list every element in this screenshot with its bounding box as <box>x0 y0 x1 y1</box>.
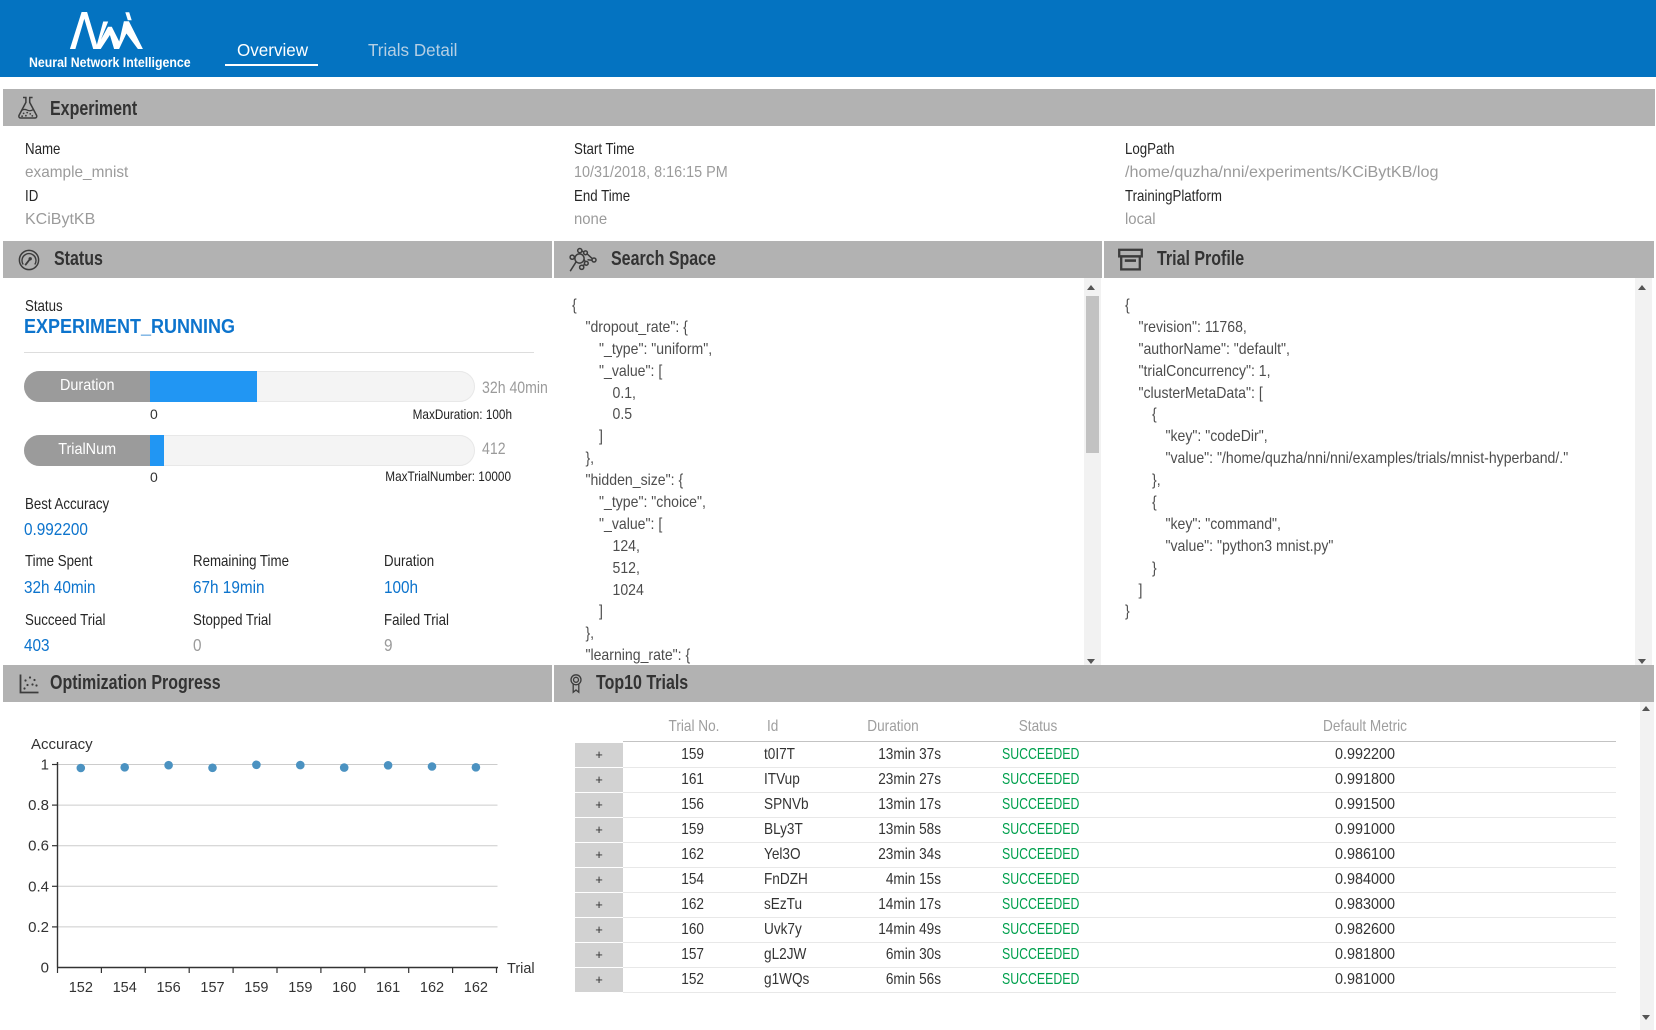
svg-text:162: 162 <box>464 980 488 996</box>
svg-text:157: 157 <box>200 980 224 996</box>
svg-text:0.8: 0.8 <box>28 797 49 814</box>
svg-text:161: 161 <box>376 980 400 996</box>
svg-text:1: 1 <box>41 757 49 774</box>
svg-text:162: 162 <box>420 980 444 996</box>
svg-text:Trial: Trial <box>507 961 535 977</box>
svg-text:159: 159 <box>288 980 312 996</box>
svg-text:160: 160 <box>332 980 356 996</box>
svg-text:156: 156 <box>156 980 180 996</box>
svg-text:159: 159 <box>244 980 268 996</box>
svg-text:Accuracy: Accuracy <box>31 736 93 753</box>
svg-text:154: 154 <box>113 980 137 996</box>
svg-text:0.2: 0.2 <box>28 919 49 936</box>
svg-text:0.4: 0.4 <box>28 878 49 895</box>
svg-text:0: 0 <box>41 960 49 977</box>
svg-text:0.6: 0.6 <box>28 838 49 855</box>
svg-text:152: 152 <box>69 980 93 996</box>
